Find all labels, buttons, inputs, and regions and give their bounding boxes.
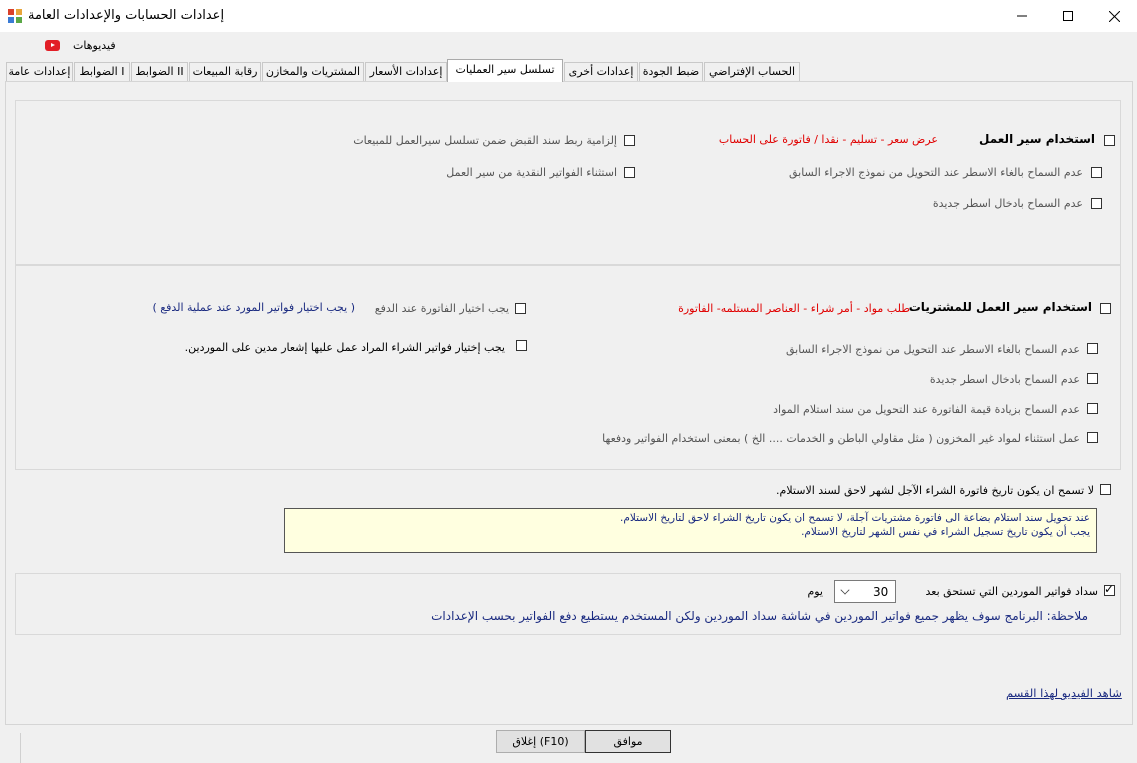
use-workflow-checkbox[interactable] <box>1104 135 1115 146</box>
purchase-no-new-lines-checkbox[interactable] <box>1087 373 1098 384</box>
sales-no-cancel-lines-checkbox[interactable] <box>1091 167 1102 178</box>
date-rule-checkbox[interactable] <box>1100 484 1111 495</box>
sales-no-cancel-lines-label: عدم السماح بالغاء الاسطر عند التحويل من … <box>788 166 1083 179</box>
tab-default-account[interactable]: الحساب الإفتراضي <box>704 62 800 81</box>
must-select-invoice-note: ( يجب اختيار فواتير المورد عند عملية الد… <box>152 301 355 314</box>
close-window-button[interactable] <box>1091 0 1137 32</box>
days-select[interactable]: 30 <box>834 580 896 603</box>
supplier-payment-group <box>15 573 1121 635</box>
date-rule-note-line1: عند تحويل سند استلام بضاعة الى فاتورة مش… <box>620 512 1090 524</box>
tab-sales-control[interactable]: رقابة المبيعات <box>189 62 261 81</box>
days-value: 30 <box>873 585 889 599</box>
sales-workflow-group <box>15 100 1121 265</box>
tab-price-settings[interactable]: إعدادات الأسعار <box>365 62 447 81</box>
mandatory-receipt-label: إلزامية ربط سند القبض ضمن تسلسل سيرالعمل… <box>353 134 617 147</box>
close-button[interactable]: إغلاق (F10) <box>496 730 585 753</box>
sales-sequence-text: عرض سعر - تسليم - نقدا / فاتورة على الحس… <box>718 133 938 146</box>
must-select-debit-checkbox[interactable] <box>516 340 527 351</box>
tab-workflow-sequence[interactable]: تسلسل سير العمليات <box>447 59 563 82</box>
tab-purchases-stores[interactable]: المشتريات والمخازن <box>262 62 364 81</box>
use-purchase-workflow-checkbox[interactable] <box>1100 303 1111 314</box>
tab-controls-1[interactable]: الضوابط I <box>74 62 130 81</box>
supplier-payment-note: ملاحظة: البرنامج سوف يظهر جميع فواتير ال… <box>431 609 1088 623</box>
date-rule-label: لا تسمح ان يكون تاريخ فاتورة الشراء الآج… <box>776 484 1094 497</box>
days-unit-label: يوم <box>807 585 823 598</box>
ok-button[interactable]: موافق <box>585 730 671 753</box>
supplier-payment-checkbox[interactable] <box>1104 582 1115 596</box>
must-select-invoice-label: يجب اختيار الفاتورة عند الدفع <box>374 302 509 315</box>
tab-other-settings[interactable]: إعدادات أخرى <box>564 62 638 81</box>
minimize-icon <box>1017 15 1027 17</box>
youtube-icon[interactable] <box>45 40 60 51</box>
title-bar: إعدادات الحسابات والإعدادات العامة <box>0 0 1137 32</box>
must-select-debit-label: يجب إختيار فواتير الشراء المراد عمل عليه… <box>184 341 505 354</box>
sales-no-new-lines-checkbox[interactable] <box>1091 198 1102 209</box>
close-icon <box>1108 10 1120 22</box>
status-divider <box>20 733 21 763</box>
app-icon <box>8 9 22 23</box>
use-purchase-workflow-label: استخدام سير العمل للمشتريات <box>908 300 1092 314</box>
date-rule-note-line2: يجب أن يكون تاريخ تسجيل الشراء في نفس ال… <box>801 526 1090 538</box>
no-increase-invoice-value-checkbox[interactable] <box>1087 403 1098 414</box>
watch-video-link[interactable]: شاهد الفيديو لهذا القسم <box>1006 686 1122 700</box>
exclude-cash-invoices-checkbox[interactable] <box>624 167 635 178</box>
maximize-button[interactable] <box>1045 0 1091 32</box>
use-workflow-label: استخدام سير العمل <box>979 132 1095 146</box>
sales-no-new-lines-label: عدم السماح بادخال اسطر جديدة <box>932 197 1083 210</box>
exception-non-stock-checkbox[interactable] <box>1087 432 1098 443</box>
tab-controls-2[interactable]: الضوابط II <box>131 62 188 81</box>
maximize-icon <box>1063 11 1073 21</box>
purchase-no-new-lines-label: عدم السماح بادخال اسطر جديدة <box>929 373 1080 386</box>
date-rule-note: عند تحويل سند استلام بضاعة الى فاتورة مش… <box>284 508 1097 553</box>
must-select-invoice-checkbox[interactable] <box>515 303 526 314</box>
tab-quality-control[interactable]: ضبط الجودة <box>639 62 703 81</box>
chevron-down-icon <box>840 585 850 595</box>
window-title: إعدادات الحسابات والإعدادات العامة <box>28 8 225 23</box>
exception-non-stock-label: عمل استثناء لمواد غير المخزون ( مثل مقاو… <box>602 432 1080 445</box>
videos-menu[interactable]: فيديوهات <box>73 39 116 52</box>
mandatory-receipt-checkbox[interactable] <box>624 135 635 146</box>
supplier-payment-label: سداد فواتير الموردين التي تستحق بعد <box>925 585 1098 598</box>
purchase-no-cancel-lines-checkbox[interactable] <box>1087 343 1098 354</box>
minimize-button[interactable] <box>999 0 1045 32</box>
purchase-no-cancel-lines-label: عدم السماح بالغاء الاسطر عند التحويل من … <box>785 343 1080 356</box>
no-increase-invoice-value-label: عدم السماح بزيادة قيمة الفاتورة عند التح… <box>773 403 1080 416</box>
tab-general-settings[interactable]: إعدادات عامة <box>6 62 73 81</box>
exclude-cash-invoices-label: استثناء الفواتير النقدية من سير العمل <box>446 166 617 179</box>
purchase-sequence-text: طلب مواد - أمر شراء - العناصر المستلمه- … <box>678 302 910 315</box>
